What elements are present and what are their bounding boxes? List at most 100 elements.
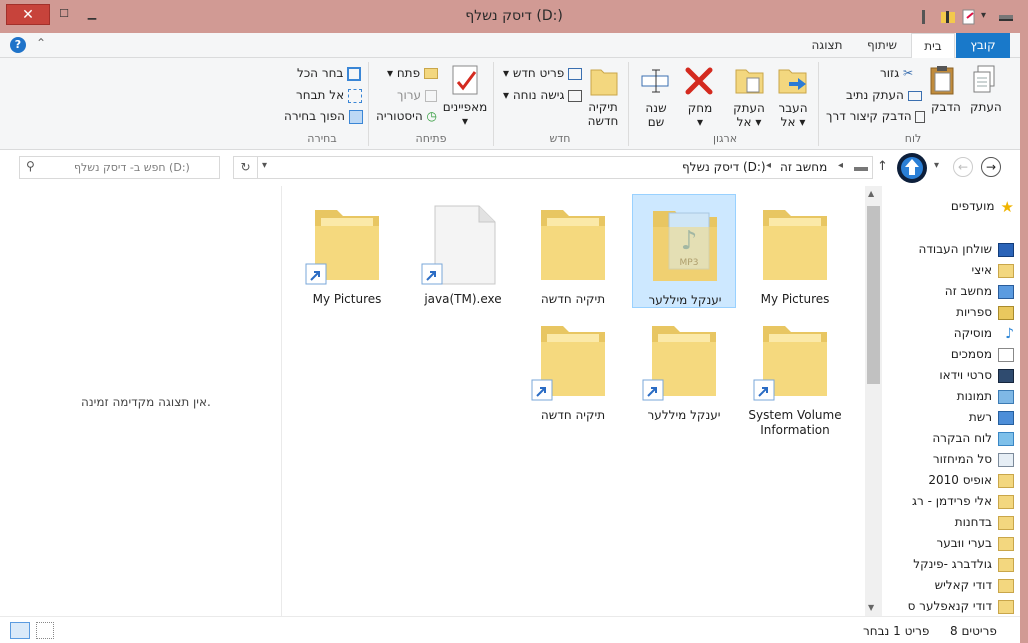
nav-item-this-pc[interactable]: מחשב זה: [945, 281, 1014, 301]
nav-item-pictures[interactable]: תמונות: [957, 386, 1014, 406]
recent-locations-icon[interactable]: ▾: [934, 160, 939, 171]
open-button[interactable]: ▾ פתח: [387, 66, 438, 80]
scroll-down-icon[interactable]: ▼: [868, 603, 874, 612]
address-row: → ← ▾ ↑ ◂ מחשב זה ◂ דיסק נשלף (D:) ▾ ↻ ח…: [0, 150, 1028, 186]
tab-file[interactable]: קובץ: [956, 33, 1010, 58]
ribbon-tabs: ? ⌃ קובץ בית שיתוף תצוגה: [0, 33, 1028, 59]
status-bar: 8 פריטים פריט 1 נבחר: [0, 616, 1028, 643]
file-item[interactable]: My Pictures: [743, 194, 847, 308]
copy-to-button[interactable]: העתק אל ▾: [733, 101, 765, 129]
delete-icon[interactable]: [684, 66, 714, 96]
folder-icon: [998, 557, 1014, 572]
folder-icon: [998, 599, 1014, 614]
file-item[interactable]: תיקיה חדשה: [521, 194, 625, 308]
nav-item-libraries[interactable]: ספריות: [956, 302, 1014, 322]
nav-item-recycle-bin[interactable]: סל המיחזור: [933, 449, 1014, 469]
details-view-icon[interactable]: [10, 622, 30, 639]
copy-to-icon[interactable]: [733, 64, 767, 98]
new-item-button[interactable]: ▾ פריט חדש: [503, 66, 583, 80]
properties-icon[interactable]: [450, 64, 482, 98]
forward-button[interactable]: ←: [953, 157, 973, 177]
address-dropdown-icon[interactable]: ▾: [262, 160, 267, 171]
tab-home[interactable]: בית: [911, 33, 955, 59]
breadcrumb-drive[interactable]: דיסק נשלף (D:): [682, 160, 766, 174]
ribbon-collapse-icon[interactable]: ⌃: [36, 36, 46, 50]
invert-selection-label: הפוך בחירה: [284, 109, 345, 123]
paste-shortcut-button[interactable]: הדבק קיצור דרך: [826, 109, 926, 123]
nav-item-network[interactable]: רשת: [969, 407, 1014, 427]
easy-access-button[interactable]: ▾ גישה נוחה: [503, 88, 583, 102]
cut-button[interactable]: גזור ✂: [880, 66, 913, 80]
nav-item-folder[interactable]: בערי ווּבער: [937, 533, 1014, 553]
new-folder-qat-icon[interactable]: [961, 9, 977, 25]
nav-item-folder[interactable]: דודי קאליש: [935, 575, 1014, 595]
paste-button[interactable]: הדבק: [931, 100, 961, 114]
address-bar[interactable]: ◂ מחשב זה ◂ דיסק נשלף (D:) ▾ ↻: [233, 156, 873, 179]
nav-item-desktop[interactable]: שולחן העבודה: [919, 239, 1014, 259]
select-none-button[interactable]: אל תבחר: [296, 88, 362, 103]
history-button[interactable]: היסטוריה ◷: [376, 109, 437, 123]
file-item[interactable]: My Pictures: [295, 194, 399, 308]
nav-item-folder[interactable]: אופיס 2010: [928, 470, 1014, 490]
file-name: תיקיה חדשה: [540, 408, 606, 422]
search-icon[interactable]: ⚲: [26, 159, 35, 173]
file-item-selected[interactable]: ♪MP3 יענקל מיללער: [632, 194, 736, 308]
folder-icon: [998, 536, 1014, 551]
paste-shortcut-icon: [915, 110, 926, 123]
invert-selection-button[interactable]: הפוך בחירה: [284, 109, 363, 124]
file-name: יענקל מיללער: [648, 293, 722, 307]
search-box[interactable]: חפש ב- דיסק נשלף (D:) ⚲: [19, 156, 220, 179]
tab-view[interactable]: תצוגה: [801, 33, 853, 58]
file-item[interactable]: java(TM).exe: [411, 194, 515, 308]
nav-item-folder[interactable]: דודי קנאפלער ס: [908, 596, 1014, 616]
folder-icon: [541, 210, 605, 280]
select-all-button[interactable]: בחר הכל: [297, 66, 362, 81]
file-item[interactable]: יענקל מיללער: [632, 310, 736, 424]
delete-button[interactable]: מחק ▾: [686, 101, 714, 129]
new-folder-icon[interactable]: [588, 64, 620, 98]
nav-item-documents[interactable]: מסמכים: [951, 344, 1014, 364]
nav-item-folder[interactable]: גולדברג -פינקל: [913, 554, 1014, 574]
breadcrumb-this-pc[interactable]: מחשב זה: [780, 160, 827, 174]
properties-label: מאפיינים: [442, 100, 488, 114]
rename-icon[interactable]: [640, 66, 672, 96]
up-button[interactable]: ↑: [877, 159, 888, 174]
refresh-button[interactable]: ↻: [234, 157, 258, 178]
nav-item-folder[interactable]: בדחנות: [955, 512, 1014, 532]
status-item-count: 8 פריטים: [950, 624, 997, 638]
nav-item-user[interactable]: איצי: [971, 260, 1014, 280]
properties-button[interactable]: מאפיינים ▾: [442, 100, 488, 128]
nav-item-music[interactable]: מוסיקה ♪: [954, 323, 1014, 343]
scroll-up-icon[interactable]: ▲: [868, 189, 874, 198]
search-input[interactable]: חפש ב- דיסק נשלף (D:): [74, 161, 190, 174]
new-folder-button[interactable]: תיקיה חדשה: [586, 100, 620, 128]
qat-dropdown-icon[interactable]: ▾: [981, 10, 986, 21]
ribbon-home: העתק הדבק גזור ✂ העתק נתיב הדבק קיצור דר…: [0, 58, 1028, 150]
nav-item-videos[interactable]: סרטי וידאו: [939, 365, 1014, 385]
nav-item-folder[interactable]: אלי פרידמן - רג: [912, 491, 1014, 511]
move-to-icon[interactable]: [776, 64, 810, 98]
help-icon[interactable]: ?: [10, 37, 26, 53]
move-to-button[interactable]: העבר אל ▾: [778, 101, 808, 129]
copy-icon[interactable]: [970, 64, 1000, 96]
large-icons-view-icon[interactable]: [36, 622, 54, 639]
file-item[interactable]: תיקיה חדשה: [521, 310, 625, 424]
edit-icon: [424, 89, 437, 102]
file-item[interactable]: System Volume Information: [743, 310, 847, 438]
up-arrow-icon[interactable]: [896, 152, 928, 184]
nav-item-control-panel[interactable]: לוח הבקרה: [932, 428, 1014, 448]
properties-qat-icon[interactable]: [919, 9, 935, 25]
rename-label-1: שנה: [645, 101, 667, 115]
scrollbar-thumb[interactable]: [867, 206, 880, 384]
nav-favorites[interactable]: מועדפים ★: [951, 196, 1014, 216]
edit-button[interactable]: ערוך: [397, 88, 437, 102]
paste-icon[interactable]: [928, 64, 958, 96]
tab-share[interactable]: שיתוף: [858, 33, 906, 58]
copy-button[interactable]: העתק: [970, 100, 1002, 114]
back-button[interactable]: →: [981, 157, 1001, 177]
folder-qat-icon[interactable]: [940, 9, 956, 25]
copy-path-button[interactable]: העתק נתיב: [846, 88, 922, 102]
recycle-bin-icon: [998, 452, 1014, 467]
rename-button[interactable]: שנה שם: [642, 101, 670, 129]
rename-label-2: שם: [647, 115, 665, 129]
